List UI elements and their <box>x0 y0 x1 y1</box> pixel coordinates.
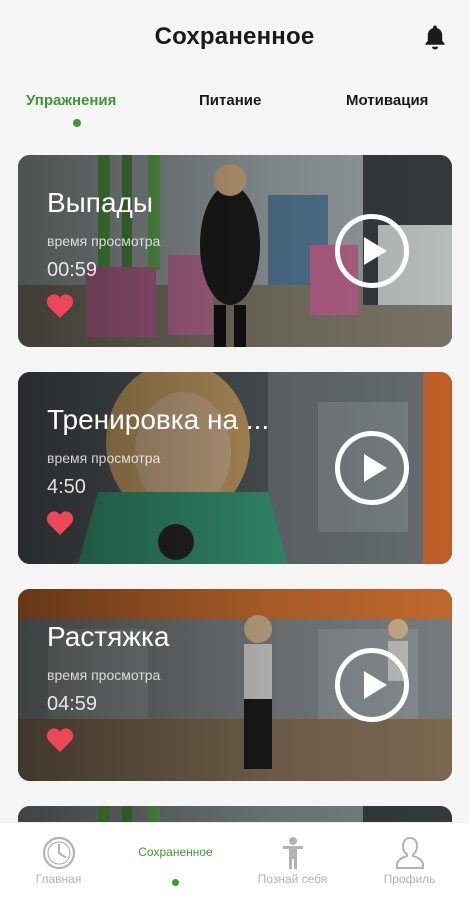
play-icon[interactable] <box>334 647 410 723</box>
video-title: Тренировка на ... <box>47 404 270 435</box>
heart-icon[interactable] <box>46 727 74 753</box>
nav-saved[interactable]: Сохраненное <box>117 823 234 900</box>
watch-time-label: время просмотра <box>47 233 161 249</box>
heart-icon[interactable] <box>46 510 74 536</box>
person-icon <box>283 837 303 869</box>
clock-icon <box>42 836 76 870</box>
watch-time-label: время просмотра <box>47 450 161 466</box>
nav-home[interactable]: Главная <box>0 823 117 900</box>
video-card[interactable]: Тренировка на ... время просмотра 4:50 <box>18 372 452 564</box>
nav-label: Познай себя <box>257 872 328 886</box>
tab-nutrition[interactable]: Питание <box>199 92 261 109</box>
video-card[interactable]: Растяжка время просмотра 04:59 <box>18 589 452 781</box>
active-tab-indicator <box>73 119 81 127</box>
watch-time-value: 4:50 <box>47 476 86 498</box>
heart-icon[interactable] <box>46 293 74 319</box>
bell-icon[interactable] <box>423 24 447 50</box>
video-card[interactable]: Выпады время просмотра 00:59 <box>18 155 452 347</box>
watch-time-value: 04:59 <box>47 693 98 715</box>
nav-know-yourself[interactable]: Познай себя <box>234 823 351 900</box>
video-title: Растяжка <box>47 621 170 652</box>
tab-exercises[interactable]: Упражнения <box>26 92 116 109</box>
watch-time-value: 00:59 <box>47 259 98 281</box>
play-icon[interactable] <box>334 213 410 289</box>
category-tabs: Упражнения Питание Мотивация <box>0 86 469 132</box>
nav-profile[interactable]: Профиль <box>351 823 468 900</box>
play-icon[interactable] <box>334 430 410 506</box>
header: Сохраненное <box>0 0 469 74</box>
nav-label: Профиль <box>383 872 436 886</box>
bottom-navigation: Главная Сохраненное Познай себя Профиль <box>0 822 469 900</box>
tab-motivation[interactable]: Мотивация <box>346 92 428 109</box>
nav-label: Сохраненное <box>138 845 213 859</box>
nav-label: Главная <box>35 872 82 886</box>
profile-icon <box>396 836 424 869</box>
watch-time-label: время просмотра <box>47 667 161 683</box>
video-title: Выпады <box>47 187 153 218</box>
active-nav-indicator <box>172 879 179 886</box>
page-title: Сохраненное <box>154 23 315 50</box>
